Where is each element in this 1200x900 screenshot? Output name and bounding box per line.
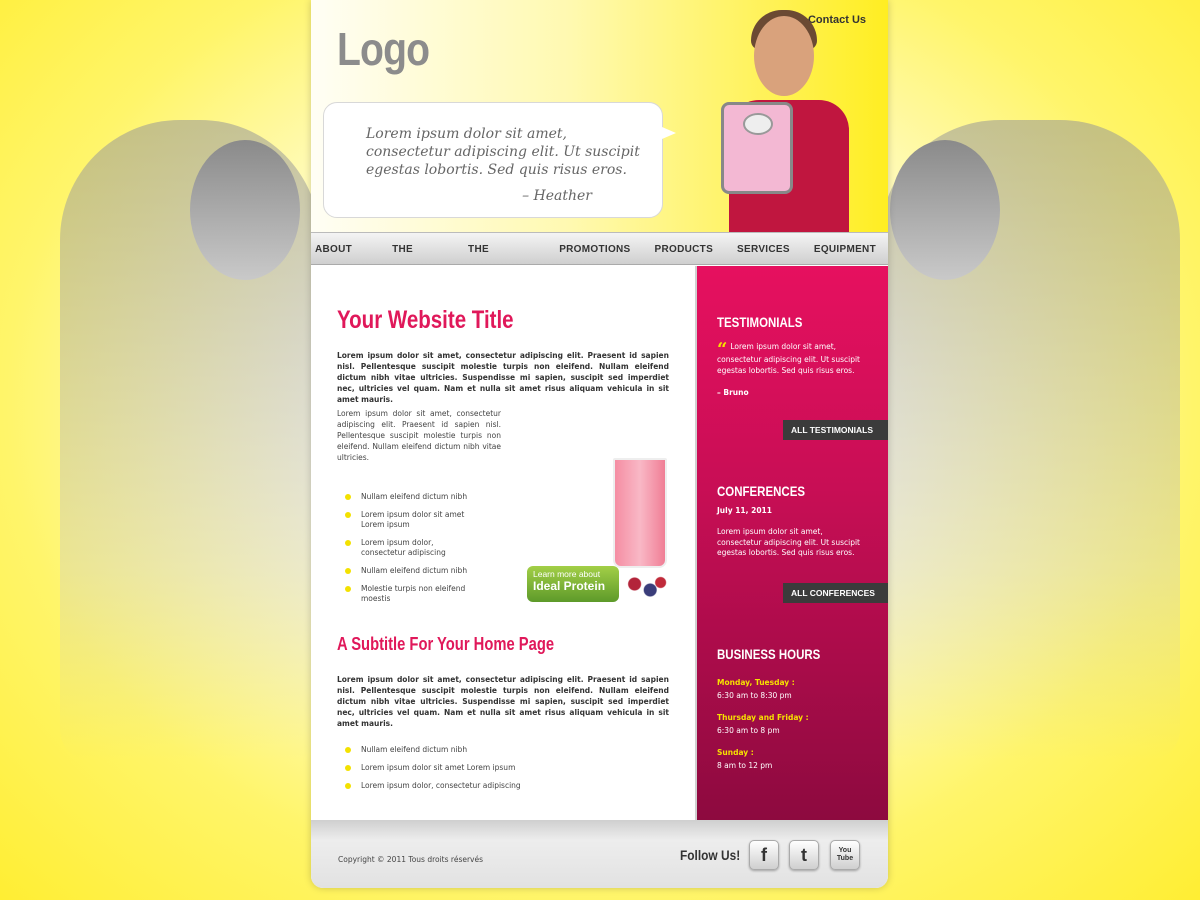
list-item: Nullam eleifend dictum nibh [345, 566, 475, 576]
nav-the-team[interactable]: THE TEAM [380, 233, 456, 288]
list-item: Nullam eleifend dictum nibh [345, 492, 475, 502]
ideal-protein-button[interactable]: Learn more about Ideal Protein [527, 566, 619, 602]
copyright-text: Copyright © 2011 Tous droits réservés [338, 855, 484, 864]
list-item: Lorem ipsum dolor, consectetur adipiscin… [345, 538, 475, 558]
nav-equipment[interactable]: EQUIPMENT [802, 233, 888, 266]
nav-the-method[interactable]: THE METHOD [456, 233, 547, 288]
testimonial-text: “Lorem ipsum dolor sit amet, consectetur… [717, 339, 860, 375]
scale-icon [721, 102, 793, 194]
hours-time: 6:30 am to 8 pm [717, 726, 780, 735]
nav-services[interactable]: SERVICES [725, 233, 802, 266]
page-frame: Logo Contact Us Lorem ipsum dolor sit am… [311, 0, 888, 888]
man-with-jeans-photo [880, 120, 1180, 760]
protein-shake-image [613, 458, 667, 568]
all-conferences-button[interactable]: ALL CONFERENCES [783, 583, 888, 603]
all-testimonials-button[interactable]: ALL TESTIMONIALS [783, 420, 888, 440]
conference-date: July 11, 2011 [717, 506, 772, 515]
list-item: Lorem ipsum dolor, consectetur adipiscin… [345, 781, 545, 791]
twitter-icon[interactable]: t [789, 840, 819, 870]
hours-time: 8 am to 12 pm [717, 761, 773, 770]
body-paragraph: Lorem ipsum dolor sit amet, consectetur … [337, 409, 501, 462]
hours-day: Thursday and Friday : [717, 713, 809, 722]
quote-author: – Heather [522, 188, 592, 204]
conferences-heading: CONFERENCES [717, 483, 806, 499]
footer: Copyright © 2011 Tous droits réservés Fo… [311, 820, 888, 888]
testimonials-heading: TESTIMONIALS [717, 314, 803, 330]
intro-paragraph-2: Lorem ipsum dolor sit amet, consectetur … [337, 675, 669, 728]
main-content: Your Website Title Lorem ipsum dolor sit… [311, 266, 695, 820]
youtube-icon[interactable]: You Tube [830, 840, 860, 870]
list-item: Nullam eleifend dictum nibh [345, 745, 545, 755]
feature-list: Nullam eleifend dictum nibh Lorem ipsum … [345, 492, 475, 612]
follow-us-label: Follow Us! [680, 847, 741, 863]
facebook-icon[interactable]: f [749, 840, 779, 870]
list-item: Lorem ipsum dolor sit amet Lorem ipsum [345, 510, 475, 530]
sidebar: TESTIMONIALS “Lorem ipsum dolor sit amet… [695, 266, 888, 820]
list-item: Lorem ipsum dolor sit amet Lorem ipsum [345, 763, 545, 773]
page-subtitle: A Subtitle For Your Home Page [337, 634, 555, 654]
nav-about-us[interactable]: ABOUT US [311, 233, 380, 288]
feature-list-2: Nullam eleifend dictum nibh Lorem ipsum … [345, 745, 545, 799]
quote-bubble: Lorem ipsum dolor sit amet, consectetur … [323, 102, 676, 218]
berries-image [619, 572, 671, 602]
hours-day: Monday, Tuesday : [717, 678, 795, 687]
hours-time: 6:30 am to 8:30 pm [717, 691, 792, 700]
protein-button-line2: Ideal Protein [533, 579, 606, 593]
main-nav: ABOUT US THE TEAM THE METHOD PROMOTIONS … [311, 232, 888, 288]
business-hours-heading: BUSINESS HOURS [717, 646, 821, 662]
bubble-tail [662, 127, 676, 139]
nav-promotions[interactable]: PROMOTIONS [547, 233, 642, 266]
nav-products[interactable]: PRODUCTS [643, 233, 726, 266]
woman-with-scale-photo [709, 10, 869, 232]
page-title: Your Website Title [337, 306, 514, 334]
list-item: Molestie turpis non eleifend moestis [345, 584, 475, 604]
intro-paragraph: Lorem ipsum dolor sit amet, consectetur … [337, 351, 669, 404]
quote-text: Lorem ipsum dolor sit amet, consectetur … [366, 126, 640, 178]
conference-text: Lorem ipsum dolor sit amet, consectetur … [717, 527, 860, 557]
hours-day: Sunday : [717, 748, 754, 757]
woman-with-tape-photo [60, 120, 320, 760]
logo[interactable]: Logo [337, 22, 430, 76]
testimonial-author: – Bruno [717, 388, 749, 397]
header: Logo Contact Us Lorem ipsum dolor sit am… [311, 0, 888, 232]
protein-button-line1: Learn more about [533, 569, 601, 579]
